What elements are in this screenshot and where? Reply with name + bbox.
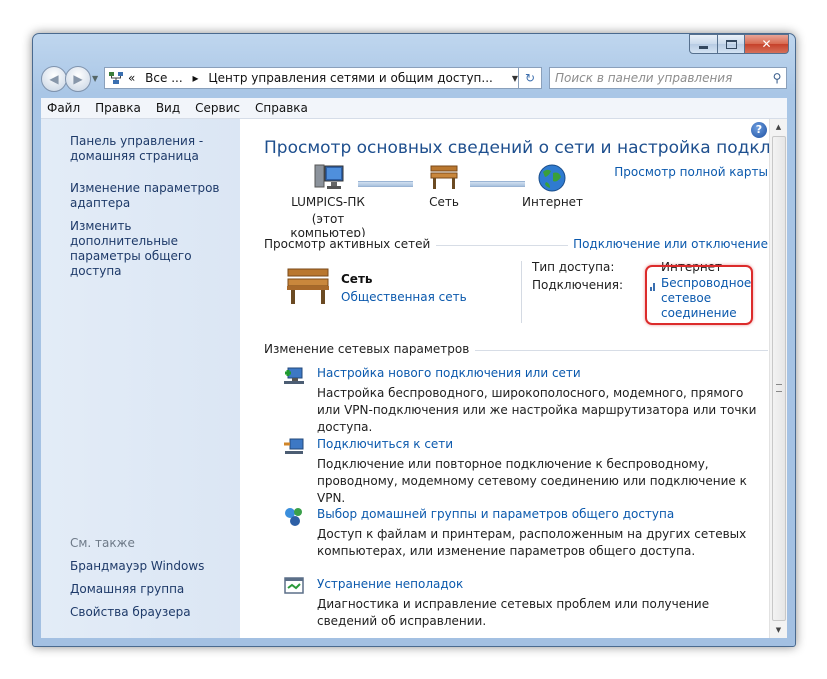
arrow-left-icon: ◀ [49, 72, 59, 86]
homegroup-icon [285, 508, 302, 526]
scroll-grip-icon [776, 384, 782, 392]
internet-node-label: Интернет [522, 195, 584, 209]
menu-file[interactable]: Файл [47, 101, 80, 115]
task-desc-connect-network: Подключение или повторное подключение к … [317, 457, 747, 505]
breadcrumb-separator[interactable]: ▸ [192, 71, 198, 85]
access-type-label: Тип доступа: [532, 260, 615, 274]
content-area: Панель управления - домашняя страница Из… [41, 119, 787, 638]
sidebar: Панель управления - домашняя страница Из… [41, 119, 240, 638]
task-link-homegroup[interactable]: Выбор домашней группы и параметров общег… [317, 507, 674, 521]
new-connection-icon [284, 367, 304, 384]
help-icon[interactable]: ? [751, 122, 767, 138]
vertical-scrollbar[interactable]: ▲ ▼ [769, 119, 787, 638]
maximize-icon [725, 39, 737, 49]
map-connector-1 [358, 181, 413, 187]
network-node-label: Сеть [429, 195, 459, 209]
task-link-new-connection[interactable]: Настройка нового подключения или сети [317, 366, 581, 380]
see-also-title: См. также [70, 536, 135, 550]
minimize-button[interactable] [689, 34, 718, 54]
computer-note: (этот компьютер) [290, 212, 366, 240]
scroll-thumb[interactable] [772, 136, 786, 621]
troubleshoot-icon [284, 577, 304, 594]
sidebar-link-homegroup[interactable]: Домашняя группа [70, 582, 238, 597]
minimize-icon [699, 45, 708, 49]
connections-label: Подключения: [532, 278, 624, 292]
menu-tools[interactable]: Сервис [195, 101, 240, 115]
sidebar-link-browser-properties[interactable]: Свойства браузера [70, 605, 238, 620]
sidebar-link-control-panel-home[interactable]: Панель управления - домашняя страница [70, 134, 238, 164]
task-link-connect-network[interactable]: Подключиться к сети [317, 437, 453, 451]
active-networks-title: Просмотр активных сетей [264, 237, 437, 251]
search-icon[interactable]: ⚲ [768, 71, 786, 85]
connect-network-icon [284, 438, 304, 454]
scroll-down-button[interactable]: ▼ [770, 622, 787, 638]
caption-buttons: ✕ [689, 34, 789, 54]
address-bar[interactable]: « Все ... ▸ Центр управления сетями и об… [104, 67, 524, 89]
task-desc-homegroup: Доступ к файлам и принтерам, расположенн… [317, 527, 747, 558]
breadcrumb-item-current[interactable]: Центр управления сетями и общим доступ..… [208, 71, 492, 85]
connect-disconnect-link[interactable]: Подключение или отключение [568, 237, 768, 251]
refresh-icon: ↻ [524, 71, 536, 85]
vertical-divider [521, 261, 522, 323]
scroll-up-button[interactable]: ▲ [770, 119, 787, 135]
network-center-icon [109, 72, 123, 84]
close-icon: ✕ [761, 37, 772, 51]
network-type-link[interactable]: Общественная сеть [341, 290, 467, 304]
menu-edit[interactable]: Правка [95, 101, 141, 115]
search-box: ⚲ [549, 67, 787, 89]
page-title: Просмотр основных сведений о сети и наст… [264, 138, 787, 158]
sidebar-link-adapter-settings[interactable]: Изменение параметров адаптера [70, 181, 238, 211]
menu-bar: Файл Правка Вид Сервис Справка [41, 98, 787, 119]
refresh-button[interactable]: ↻ [518, 67, 542, 89]
task-desc-new-connection: Настройка беспроводного, широкополосного… [317, 386, 757, 434]
change-settings-title: Изменение сетевых параметров [264, 342, 476, 356]
full-map-link[interactable]: Просмотр полной карты [614, 165, 768, 179]
public-network-bench-icon [287, 268, 329, 304]
sidebar-link-sharing-settings[interactable]: Изменить дополнительные параметры общего… [70, 219, 238, 279]
search-input[interactable] [550, 70, 768, 86]
breadcrumb-item-all[interactable]: Все ... [145, 71, 182, 85]
window-frame: ✕ ◀ ▶ ▼ « Все ... ▸ Центр управления сет… [32, 33, 796, 647]
menu-help[interactable]: Справка [255, 101, 308, 115]
breadcrumb-overflow[interactable]: « [128, 71, 135, 85]
main-panel: ? Просмотр основных сведений о сети и на… [240, 119, 787, 638]
recent-pages-dropdown[interactable]: ▼ [92, 74, 98, 83]
computer-name: LUMPICS-ПК [291, 195, 365, 209]
task-desc-troubleshoot: Диагностика и исправление сетевых пробле… [317, 597, 710, 628]
map-connector-2 [470, 181, 525, 187]
back-button[interactable]: ◀ [41, 66, 67, 92]
breadcrumb: « Все ... ▸ Центр управления сетями и об… [128, 71, 507, 85]
arrow-right-icon: ▶ [73, 72, 83, 86]
computer-icon [314, 164, 344, 189]
highlight-box [645, 265, 753, 325]
active-network-name: Сеть [341, 272, 373, 286]
bench-icon [430, 165, 458, 189]
sidebar-link-firewall[interactable]: Брандмауэр Windows [70, 559, 238, 574]
task-link-troubleshoot[interactable]: Устранение неполадок [317, 577, 463, 591]
forward-button[interactable]: ▶ [65, 66, 91, 92]
network-map: LUMPICS-ПК (этот компьютер) Сеть Интерне… [240, 163, 620, 240]
maximize-button[interactable] [718, 34, 745, 54]
close-button[interactable]: ✕ [745, 34, 789, 54]
menu-view[interactable]: Вид [156, 101, 180, 115]
navigation-bar: ◀ ▶ ▼ « Все ... ▸ Центр управления сетям… [41, 65, 787, 92]
globe-icon [538, 164, 566, 192]
